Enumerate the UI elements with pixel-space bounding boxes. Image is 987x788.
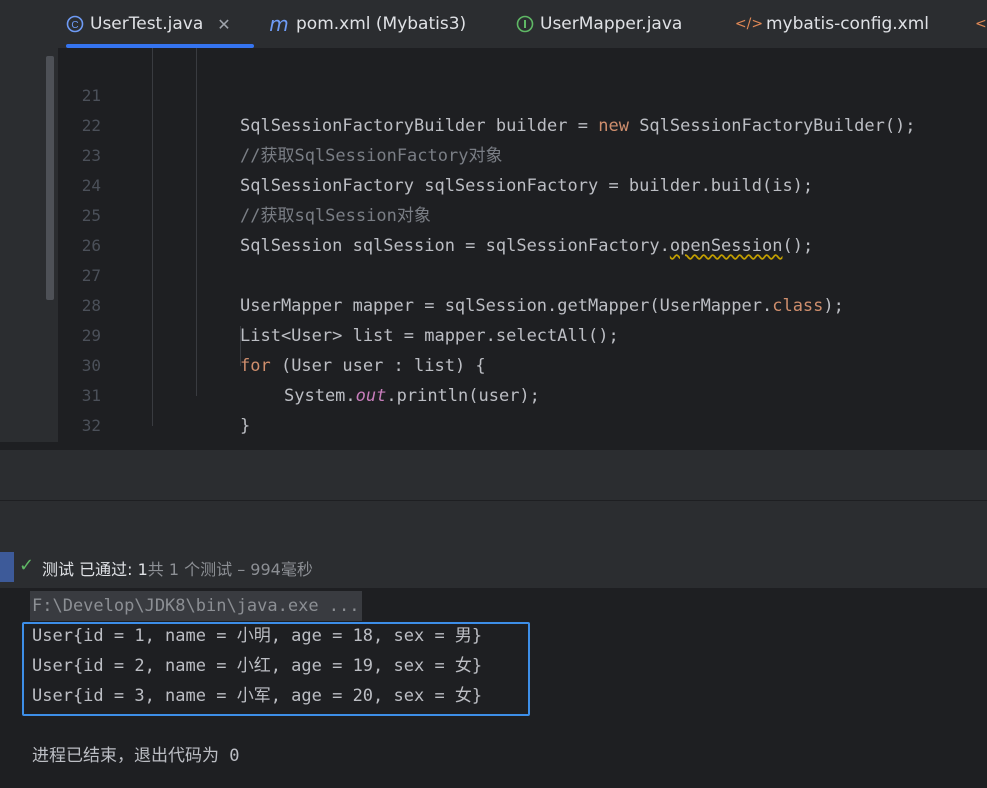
maven-icon: m [269,12,289,36]
code-line: 27 UserMapper mapper = sqlSession.getMap… [58,231,987,316]
tab-usermapper-java[interactable]: UserMapper.java [516,0,682,48]
code-line: 23 SqlSessionFactory sqlSessionFactory =… [58,111,987,196]
panel-divider [0,442,987,546]
test-results-header: ✓ 测试 已通过: 1共 1 个测试 – 994毫秒 [0,546,987,588]
code-line: 22 //获取SqlSessionFactory对象 [58,81,987,166]
scrollbar-thumb[interactable] [46,56,54,300]
console-exit-line: 进程已结束，退出代码为 0 [32,746,240,766]
test-status-main: 测试 已通过: 1 [42,560,148,579]
console-output[interactable]: F:\Develop\JDK8\bin\java.exe ... User{id… [0,588,987,788]
console-output-line: User{id = 3, name = 小军, age = 20, sex = … [32,686,483,706]
console-output-line: User{id = 2, name = 小红, age = 19, sex = … [32,656,483,676]
tab-pom-xml[interactable]: m pom.xml (Mybatis3) [268,0,466,48]
tab-label: UserTest.java [90,14,204,34]
code-line: 31 } [58,351,987,436]
code-line: 24 //获取sqlSession对象 [58,141,987,226]
code-editor[interactable]: 21 SqlSessionFactoryBuilder builder = ne… [0,48,987,496]
tab-label: UserMapper.java [540,14,683,34]
code-line: 25 SqlSession sqlSession = sqlSessionFac… [58,171,987,256]
test-status: 测试 已通过: 1共 1 个测试 – 994毫秒 [42,556,313,580]
code-line: 32 } [58,381,987,466]
console-command[interactable]: F:\Develop\JDK8\bin\java.exe ... [30,591,362,621]
tab-label: mybatis-config.xml [766,14,929,34]
svg-text:C: C [71,20,78,31]
editor-tab-bar: C UserTest.java ✕ m pom.xml (Mybatis3) U… [0,0,987,48]
tab-usertest-java[interactable]: C UserTest.java ✕ [66,0,254,48]
code-line: 33 } [58,411,987,496]
test-status-detail: 共 1 个测试 – 994毫秒 [147,560,313,579]
code-line: 21 SqlSessionFactoryBuilder builder = ne… [58,51,987,136]
code-line: 28 List<User> list = mapper.selectAll(); [58,261,987,346]
tab-label: pom.xml (Mybatis3) [296,14,467,34]
xml-icon: < [975,16,987,32]
code-line: 29 for (User user : list) { [58,291,987,376]
interface-icon [516,15,534,33]
xml-icon: </> [734,16,764,32]
close-tab-icon[interactable]: ✕ [217,15,230,34]
tab-mybatis-config-xml[interactable]: </> mybatis-config.xml [734,0,929,48]
console-output-line: User{id = 1, name = 小明, age = 18, sex = … [32,626,483,646]
check-icon: ✓ [19,555,35,576]
divider-line [0,500,987,501]
editor-bottom-edge [0,442,987,450]
code-line: 26 [58,201,987,255]
selection-marker [0,552,14,582]
java-class-icon: C [66,15,84,33]
code-line: 30 System.out.println(user); [58,321,987,406]
